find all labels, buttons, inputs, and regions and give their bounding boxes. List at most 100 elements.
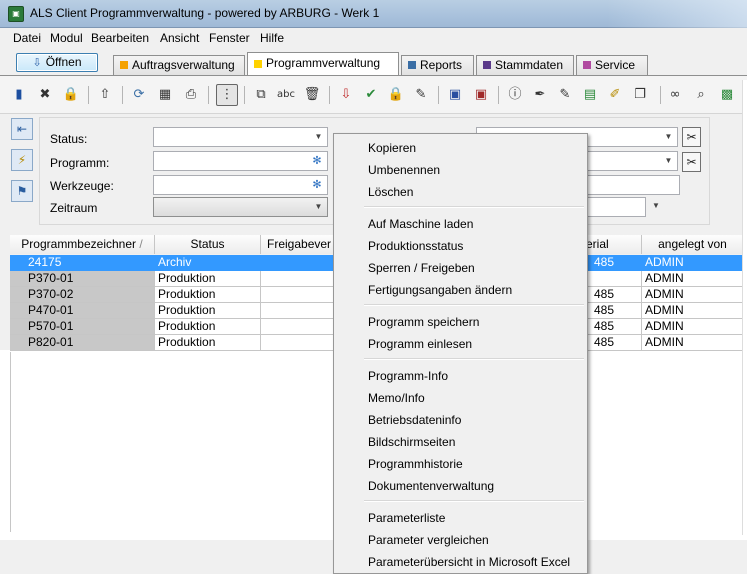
production-status-icon[interactable]: ✔	[362, 86, 380, 104]
rename-abc-icon[interactable]: abc	[277, 86, 295, 104]
compare-glasses-icon[interactable]: ∞	[666, 86, 684, 104]
context-menu-item[interactable]: Programm-Info	[335, 365, 586, 387]
wildcard-search-icon[interactable]: ✻	[309, 177, 325, 193]
operating-data-icon[interactable]: ✎	[556, 86, 574, 104]
tab-service[interactable]: Service	[576, 55, 648, 75]
cell-programmbezeichner: 24175	[10, 255, 155, 271]
title-bar: ▣ ALS Client Programmverwaltung - powere…	[0, 0, 747, 28]
cell-programmbezeichner: P820-01	[10, 335, 155, 351]
scissors-icon[interactable]: ✂	[682, 152, 701, 172]
icon-toolbar: ▮ ✖ 🔒 ⇧ ⟳ ▦ ⎙ ⋮ ⧉ abc 🗑 ⇩ ✔ 🔒 ✎ ▣ ▣ ⓘ ✒ …	[0, 76, 747, 114]
werkzeuge-input[interactable]: ✻	[153, 175, 328, 195]
cell-status: Produktion	[155, 335, 261, 351]
context-menu-item[interactable]: Auf Maschine laden	[335, 213, 586, 235]
cell-freigabe	[261, 303, 343, 319]
chevron-down-icon[interactable]: ▼	[652, 201, 660, 210]
user-delete-icon[interactable]: ✖	[36, 86, 54, 104]
programm-input[interactable]: ✻	[153, 151, 328, 171]
cell-freigabe	[261, 287, 343, 303]
context-menu-item[interactable]: Bildschirmseiten	[335, 431, 586, 453]
menu-datei[interactable]: Datei	[13, 31, 41, 45]
upload-icon[interactable]: ⇧	[96, 86, 114, 104]
door-icon[interactable]: ▮	[10, 86, 28, 104]
column-header-status[interactable]: Status	[155, 235, 261, 254]
context-menu-item[interactable]: Parameterübersicht in Microsoft Excel	[335, 551, 586, 573]
filter-reset-icon[interactable]: ⚑	[11, 180, 33, 202]
context-menu-item[interactable]: Löschen	[335, 181, 586, 203]
context-menu-item[interactable]: Betriebsdateninfo	[335, 409, 586, 431]
lock-user-icon[interactable]: 🔒	[62, 86, 80, 104]
chevron-down-icon: ▼	[314, 202, 323, 211]
cell-status: Archiv	[155, 255, 261, 271]
load-machine-icon[interactable]: ⇩	[337, 86, 355, 104]
menu-hilfe[interactable]: Hilfe	[260, 31, 284, 45]
tab-reports[interactable]: Reports	[401, 55, 474, 75]
save-program-icon[interactable]: ▣	[446, 86, 464, 104]
cell-programmbezeichner: P470-01	[10, 303, 155, 319]
menu-fenster[interactable]: Fenster	[209, 31, 250, 45]
cell-freigabe	[261, 271, 343, 287]
column-header-angelegt-von[interactable]: angelegt von	[642, 235, 744, 254]
history-icon[interactable]: ✐	[606, 86, 624, 104]
tab-color-swatch	[120, 61, 128, 69]
memo-pen-icon[interactable]: ✒	[531, 86, 549, 104]
context-menu-item[interactable]: Parameter vergleichen	[335, 529, 586, 551]
tab-color-swatch	[408, 61, 416, 69]
context-menu-item[interactable]: Dokumentenverwaltung	[335, 475, 586, 497]
lock-icon[interactable]: 🔒	[387, 86, 405, 104]
cell-status: Produktion	[155, 287, 261, 303]
info-icon[interactable]: ⓘ	[506, 86, 524, 104]
context-menu-item[interactable]: Programmhistorie	[335, 453, 586, 475]
parameter-search-icon[interactable]: ⌕	[692, 86, 710, 104]
copy-icon[interactable]: ⧉	[252, 86, 270, 104]
module-tab-row: ⇩ Öffnen Auftragsverwaltung Programmverwa…	[0, 47, 747, 76]
tab-auftragsverwaltung[interactable]: Auftragsverwaltung	[113, 55, 245, 75]
zeitraum-select[interactable]: ▼	[153, 197, 328, 217]
scissors-icon[interactable]: ✂	[682, 127, 701, 147]
read-program-icon[interactable]: ▣	[472, 86, 490, 104]
edit-production-icon[interactable]: ✎	[412, 86, 430, 104]
filter-apply-icon[interactable]: ⚡	[11, 149, 33, 171]
tab-color-swatch	[583, 61, 591, 69]
menu-modul[interactable]: Modul	[50, 31, 83, 45]
column-header-programmbezeichner[interactable]: Programmbezeichner /	[10, 235, 155, 254]
collapse-filter-icon[interactable]: ⇤	[11, 118, 33, 140]
trash-icon[interactable]: 🗑	[303, 86, 321, 104]
context-menu-item[interactable]: Kopieren	[335, 137, 586, 159]
table-grid-icon[interactable]: ▦	[156, 86, 174, 104]
context-menu-item[interactable]: Programm einlesen	[335, 333, 586, 355]
context-menu-item[interactable]: Umbenennen	[335, 159, 586, 181]
print-icon[interactable]: ⎙	[182, 86, 200, 104]
cell-angelegt-von: ADMIN	[642, 303, 744, 319]
status-select[interactable]: ▼	[153, 127, 328, 147]
cell-angelegt-von: ADMIN	[642, 271, 744, 287]
screens-icon[interactable]: ▤	[581, 86, 599, 104]
wildcard-search-icon[interactable]: ✻	[309, 153, 325, 169]
tab-stammdaten[interactable]: Stammdaten	[476, 55, 574, 75]
cell-status: Produktion	[155, 319, 261, 335]
context-menu-item[interactable]: Memo/Info	[335, 387, 586, 409]
menu-bearbeiten[interactable]: Bearbeiten	[91, 31, 149, 45]
context-menu-item[interactable]: Programm speichern	[335, 311, 586, 333]
chevron-down-icon: ▼	[314, 132, 323, 141]
menu-ansicht[interactable]: Ansicht	[160, 31, 199, 45]
tree-view-icon[interactable]: ⋮	[216, 84, 238, 106]
refresh-icon[interactable]: ⟳	[130, 86, 148, 104]
documents-icon[interactable]: ❐	[631, 86, 649, 104]
cell-angelegt-von: ADMIN	[642, 255, 744, 271]
menu-separator	[364, 358, 584, 360]
context-menu: Kopieren Umbenennen Löschen Auf Maschine la…	[333, 133, 588, 574]
context-menu-item[interactable]: Produktionsstatus	[335, 235, 586, 257]
excel-export-icon[interactable]: ▩	[718, 86, 736, 104]
context-menu-item[interactable]: Parameterliste	[335, 507, 586, 529]
open-button[interactable]: ⇩ Öffnen	[16, 53, 98, 72]
tab-color-swatch	[483, 61, 491, 69]
sort-indicator: /	[139, 237, 143, 251]
cell-freigabe	[261, 335, 343, 351]
tab-programmverwaltung[interactable]: Programmverwaltung	[247, 52, 399, 76]
menu-separator	[364, 304, 584, 306]
context-menu-item[interactable]: Fertigungsangaben ändern	[335, 279, 586, 301]
cell-programmbezeichner: P370-02	[10, 287, 155, 303]
context-menu-item[interactable]: Sperren / Freigeben	[335, 257, 586, 279]
cell-freigabe	[261, 255, 343, 271]
